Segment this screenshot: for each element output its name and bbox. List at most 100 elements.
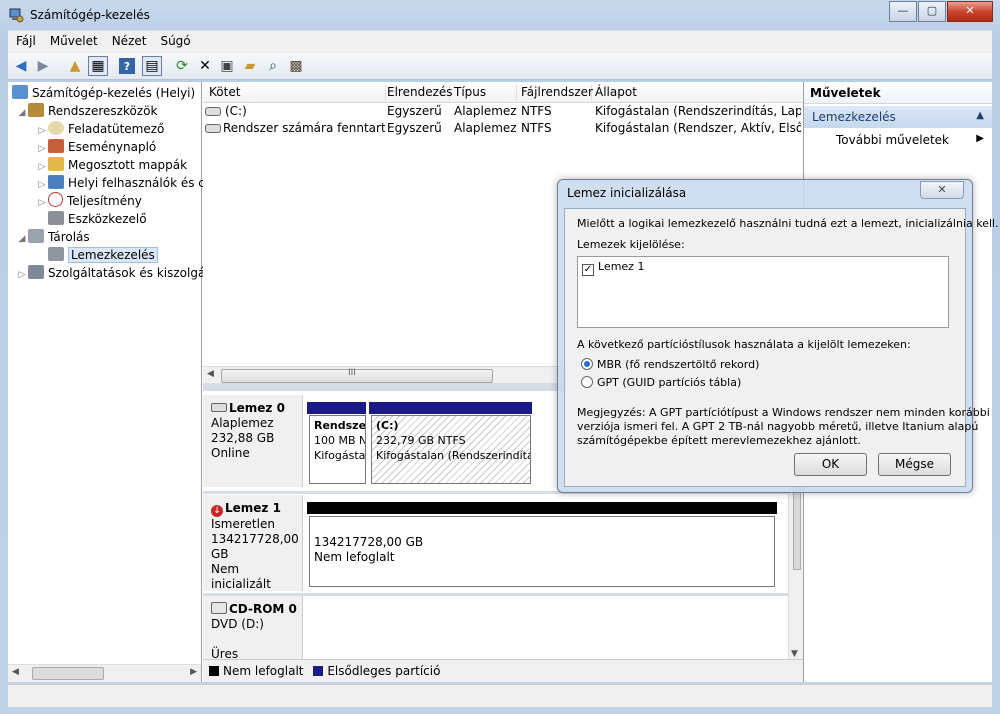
forward-arrow-icon[interactable]: ▶ [33,56,53,76]
actions-section-disk-management[interactable]: Lemezkezelés ▲ [804,106,992,128]
disk-listbox[interactable]: ✓ Lemez 1 [577,256,949,328]
drive-icon [205,107,221,116]
computer-management-icon [12,85,28,99]
menu-action[interactable]: Művelet [42,31,104,48]
expand-icon[interactable]: ▷ [16,266,28,284]
unallocated-region[interactable]: 134217728,00 GB Nem lefoglalt [309,516,775,587]
disk-0-label[interactable]: Lemez 0 Alaplemez 232,88 GB Online [203,395,303,487]
disk-settings-icon[interactable]: ▩ [286,56,306,76]
back-arrow-icon[interactable]: ◀ [11,56,31,76]
volume-list-header: Kötet Elrendezés Típus Fájlrendszer Álla… [203,82,803,103]
cancel-button[interactable]: Mégse [878,453,951,476]
tree-item-event-viewer[interactable]: ▷ Eseménynapló [36,138,156,156]
scroll-right-icon[interactable]: ▶ [190,667,197,677]
cdrom-0-label[interactable]: CD-ROM 0 DVD (D:) Üres [203,596,303,661]
tree-item-system-tools[interactable]: ◢ Rendszereszközök [16,102,157,120]
app-window: Számítógép-kezelés — ▢ ✕ Fájl Művelet Néze… [0,0,1000,714]
status-bar [8,684,992,707]
properties-icon[interactable]: ▣ [217,56,237,76]
open-folder-icon[interactable]: ▰ [240,56,260,76]
unallocated-bar [307,502,777,514]
tree-item-shared-folders[interactable]: ▷ Megosztott mappák [36,156,187,174]
storage-icon [28,229,44,243]
tree-item-storage[interactable]: ◢ Tárolás [16,228,90,246]
performance-icon [48,192,63,207]
show-hide-tree-icon[interactable]: ▦ [88,56,108,76]
refresh-icon[interactable]: ⟳ [172,56,192,76]
collapse-icon[interactable]: ◢ [16,104,28,122]
drive-icon [205,124,221,133]
services-icon [28,265,44,279]
tree-item-device-manager[interactable]: Eszközkezelő [36,210,147,228]
tree-horizontal-scrollbar[interactable]: ◀ ▶ [8,664,201,682]
menu-view[interactable]: Nézet [104,31,153,48]
partition-bar-system-reserved [307,402,366,414]
primary-partition-swatch [313,666,324,676]
maximize-button[interactable]: ▢ [918,1,946,22]
note-line-2: verziója ismeri fel. A GPT 2 TB-nál nagy… [577,420,979,433]
search-icon[interactable]: ⌕ [263,56,283,76]
tree-item-local-users[interactable]: ▷ Helyi felhasználók és cs [36,174,211,192]
cd-drive-icon [211,602,227,614]
partition-style-label: A következő partícióstílusok használata … [577,338,911,351]
event-log-icon [48,139,64,153]
tree-scroll-thumb[interactable] [32,667,104,680]
computer-management-icon [9,8,24,23]
scroll-left-icon[interactable]: ◀ [12,667,19,677]
clock-icon [48,121,64,135]
disk-select-label: Lemezek kijelölése: [577,238,685,251]
show-hide-action-pane-icon[interactable]: ▤ [142,56,162,76]
dialog-intro-text: Mielőtt a logikai lemezkezelő használni … [577,217,999,230]
tree-item-root[interactable]: Számítógép-kezelés (Helyi) [12,84,195,102]
scroll-left-icon[interactable]: ◀ [207,369,214,379]
disk-checkbox[interactable]: ✓ [582,264,594,276]
disk-1-label[interactable]: ↓ Lemez 1 Ismeretlen 134217728,00 GB Nem … [203,495,303,591]
mbr-option[interactable]: MBR (fő rendszertöltő rekord) [581,358,759,371]
help-icon[interactable]: ? [119,58,135,74]
column-type[interactable]: Típus [454,85,517,101]
up-folder-icon[interactable]: ▲ [65,56,85,76]
disk-icon [211,403,227,412]
more-actions-item[interactable]: További műveletek ▶ [804,130,992,150]
column-status[interactable]: Állapot [595,85,801,101]
tree-item-disk-management[interactable]: Lemezkezelés [36,246,158,264]
delete-icon[interactable]: ✕ [195,56,215,76]
collapse-icon[interactable]: ◢ [16,230,28,248]
mbr-radio[interactable] [581,358,593,370]
table-row[interactable]: (C:) Egyszerű Alaplemez NTFS Kifogástala… [203,103,803,120]
column-filesystem[interactable]: Fájlrendszer [521,85,593,101]
ok-button[interactable]: OK [794,453,867,476]
actions-header: Műveletek [804,82,992,104]
tree-item-performance[interactable]: ▷ Teljesítmény [36,192,142,210]
scroll-down-icon[interactable]: ▼ [791,649,798,659]
submenu-arrow-icon: ▶ [976,133,984,144]
close-button[interactable]: ✕ [947,1,993,22]
initialize-disk-dialog: Lemez inicializálása ✕ Mielőtt a logikai… [557,179,999,493]
column-layout[interactable]: Elrendezés [387,85,453,101]
tree-item-services[interactable]: ▷ Szolgáltatások és kiszolgáló [16,264,216,282]
partition-system-reserved[interactable]: Rendsze 100 MB N Kifogásta [309,415,366,484]
gpt-radio[interactable] [581,376,593,388]
partition-c[interactable]: (C:) 232,79 GB NTFS Kifogástalan (Rendsz… [371,415,531,484]
dialog-close-button[interactable]: ✕ [920,181,964,199]
title-bar: Számítógép-kezelés — ▢ ✕ [0,0,1000,30]
volume-list-scroll-thumb[interactable]: III [221,368,493,383]
legend: Nem lefoglalt Elsődleges partíció [203,659,803,682]
disk-list-item[interactable]: ✓ Lemez 1 [582,260,644,276]
tree-item-task-scheduler[interactable]: ▷ Feladatütemező [36,120,164,138]
warning-icon: ↓ [211,505,223,517]
table-row[interactable]: Rendszer számára fenntartott Egyszerű Al… [203,120,803,137]
menu-help[interactable]: Súgó [152,31,196,48]
gpt-option[interactable]: GPT (GUID partíciós tábla) [581,376,741,389]
note-line-3: számítógépekbe épített merevlemezekhez a… [577,434,861,447]
note-line-1: Megjegyzés: A GPT partíciótípust a Windo… [577,406,990,419]
partition-bar-c [369,402,532,414]
collapse-section-icon[interactable]: ▲ [976,110,984,121]
toolbar: ◀ ▶ ▲ ▦ ? ▤ ⟳ ✕ ▣ ▰ ⌕ ▩ [8,53,992,80]
console-tree: Számítógép-kezelés (Helyi) ◢ Rendszereszk… [8,82,216,682]
disk-management-icon [48,247,64,261]
menu-file[interactable]: Fájl [8,31,42,48]
dialog-body: Mielőtt a logikai lemezkezelő használni … [564,208,999,487]
minimize-button[interactable]: — [889,1,917,22]
column-volume[interactable]: Kötet [209,85,386,101]
